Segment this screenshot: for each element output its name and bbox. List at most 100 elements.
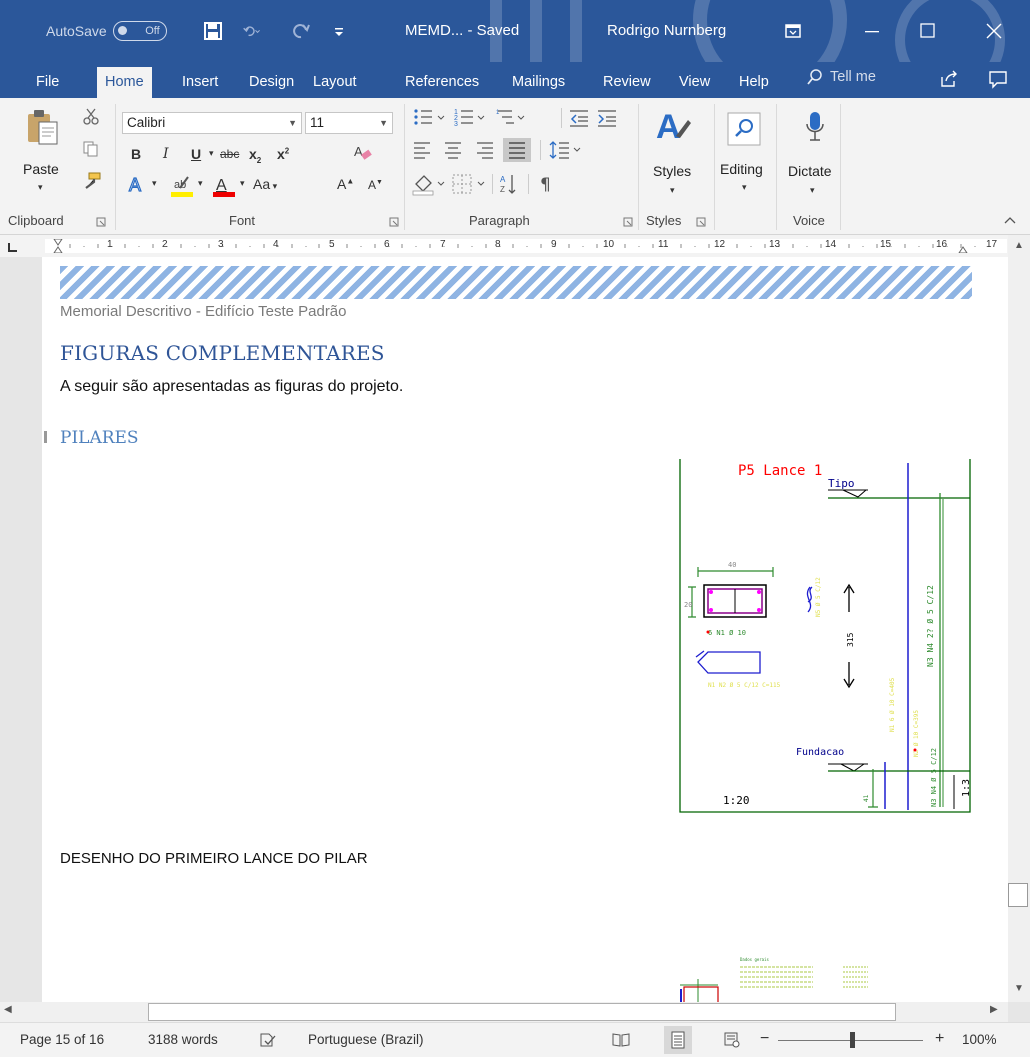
paste-chevron-down-icon[interactable]: ▾: [38, 182, 43, 193]
read-mode-icon[interactable]: [612, 1032, 630, 1048]
tab-references[interactable]: References: [397, 67, 487, 98]
chevron-down-icon[interactable]: ▾: [240, 178, 245, 189]
lightbulb-search-icon: [807, 69, 822, 85]
tab-insert[interactable]: Insert: [174, 67, 226, 98]
horizontal-ruler[interactable]: 1 2 3 4 5 6 7 8 9 10 11 12 13 14 15 16 1…: [0, 235, 1030, 257]
maximize-icon[interactable]: [913, 17, 941, 45]
column-drawing[interactable]: P5 Lance 1 Tipo N3 N4 2? Ø 5 C/12 40 20: [678, 457, 974, 815]
page-count[interactable]: Page 15 of 16: [20, 1032, 104, 1047]
clear-formatting-icon[interactable]: A: [352, 142, 374, 164]
highlight-color-icon[interactable]: ab: [170, 174, 196, 198]
dictate-button[interactable]: Dictate: [788, 163, 832, 179]
customize-qat-icon[interactable]: [330, 22, 348, 40]
copy-icon[interactable]: [82, 140, 100, 158]
separator: [404, 104, 405, 230]
text-effects-icon[interactable]: A: [127, 174, 149, 196]
chevron-down-icon[interactable]: ▾: [152, 178, 157, 189]
autosave-toggle[interactable]: AutoSave Off: [46, 21, 167, 41]
scroll-right-icon[interactable]: ▶: [990, 1004, 998, 1015]
autosave-switch[interactable]: Off: [112, 21, 167, 41]
vertical-scroll-thumb[interactable]: [1008, 883, 1028, 907]
tab-design[interactable]: Design: [241, 67, 302, 98]
multilevel-list-icon: 1: [496, 110, 525, 124]
second-drawing-partial[interactable]: Dados gerais: [678, 957, 878, 1002]
zoom-slider-thumb[interactable]: [850, 1032, 855, 1048]
heading-figuras[interactable]: FIGURAS COMPLEMENTARES: [60, 341, 385, 365]
language-indicator[interactable]: Portuguese (Brazil): [308, 1032, 424, 1047]
chevron-down-icon[interactable]: ▾: [742, 182, 747, 193]
tab-selector-icon[interactable]: [6, 240, 20, 254]
print-layout-icon[interactable]: [669, 1031, 687, 1049]
redo-icon[interactable]: [292, 22, 310, 40]
minimize-icon[interactable]: [858, 17, 886, 45]
tell-me-search[interactable]: Tell me: [806, 68, 876, 86]
dialog-launcher-icon[interactable]: [623, 217, 633, 227]
format-painter-icon[interactable]: [80, 172, 102, 190]
underline-icon[interactable]: U: [191, 146, 201, 162]
scroll-up-icon[interactable]: ▲: [1010, 237, 1028, 255]
paste-button[interactable]: Paste: [23, 161, 59, 177]
horizontal-scroll-thumb[interactable]: [148, 1003, 896, 1021]
save-icon[interactable]: [204, 22, 222, 40]
styles-button[interactable]: Styles: [653, 163, 691, 179]
change-case-button[interactable]: Aa ▾: [253, 176, 277, 192]
cut-icon[interactable]: [82, 108, 100, 126]
tab-review[interactable]: Review: [595, 67, 659, 98]
collapse-marker[interactable]: [44, 431, 47, 443]
tab-layout[interactable]: Layout: [305, 67, 365, 98]
zoom-out-icon[interactable]: −: [760, 1030, 769, 1048]
document-title[interactable]: MEMD... - Saved: [405, 22, 519, 39]
header-stripe: [60, 266, 972, 299]
zoom-in-icon[interactable]: +: [935, 1030, 944, 1048]
tab-help[interactable]: Help: [731, 67, 777, 98]
horizontal-scrollbar[interactable]: ◀ ▶: [0, 1002, 1008, 1022]
heading-pilares[interactable]: PILARES: [60, 428, 139, 448]
superscript-icon[interactable]: x2: [277, 146, 289, 162]
shrink-font-icon[interactable]: A▼: [368, 178, 383, 192]
editing-search-icon[interactable]: [727, 112, 761, 146]
paste-icon[interactable]: [25, 108, 61, 148]
word-count[interactable]: 3188 words: [148, 1032, 218, 1047]
ribbon-display-options-icon[interactable]: [779, 17, 807, 45]
close-icon[interactable]: [980, 17, 1008, 45]
tab-file[interactable]: File: [28, 67, 67, 98]
share-icon[interactable]: [939, 69, 959, 89]
clipboard-group-label: Clipboard: [8, 213, 64, 228]
bold-icon[interactable]: B: [131, 146, 141, 162]
scroll-down-icon[interactable]: ▼: [1010, 980, 1028, 998]
web-layout-icon[interactable]: [723, 1032, 741, 1048]
microphone-icon[interactable]: [804, 110, 826, 144]
scroll-left-icon[interactable]: ◀: [4, 1004, 12, 1015]
font-size-combo[interactable]: 11 ▼: [305, 112, 393, 134]
styles-gallery-icon[interactable]: A: [654, 106, 694, 144]
subscript-icon[interactable]: x2: [249, 146, 261, 165]
font-name-combo[interactable]: Calibri ▼: [122, 112, 302, 134]
collapse-ribbon-icon[interactable]: [1003, 215, 1017, 225]
chevron-down-icon[interactable]: ▾: [670, 185, 675, 196]
proofing-icon[interactable]: [259, 1032, 277, 1048]
user-name[interactable]: Rodrigo Nurnberg: [607, 22, 726, 39]
dialog-launcher-icon[interactable]: [696, 217, 706, 227]
figure-caption[interactable]: DESENHO DO PRIMEIRO LANCE DO PILAR: [60, 850, 368, 867]
italic-icon[interactable]: I: [163, 146, 169, 162]
tab-mailings[interactable]: Mailings: [504, 67, 573, 98]
undo-icon[interactable]: [243, 22, 261, 40]
strikethrough-icon[interactable]: abc: [220, 147, 239, 161]
chevron-down-icon[interactable]: ▾: [198, 178, 203, 189]
borders-icon: [452, 174, 485, 194]
grow-font-icon[interactable]: A▲: [337, 176, 354, 192]
tab-home[interactable]: Home: [97, 67, 152, 98]
dialog-launcher-icon[interactable]: [389, 217, 399, 227]
editing-button[interactable]: Editing: [720, 161, 763, 177]
dialog-launcher-icon[interactable]: [96, 217, 106, 227]
vertical-scrollbar[interactable]: ▲ ▼: [1008, 235, 1030, 1002]
document-page[interactable]: Memorial Descritivo - Edifício Teste Pad…: [42, 257, 1008, 1002]
tab-view[interactable]: View: [671, 67, 718, 98]
document-area[interactable]: Memorial Descritivo - Edifício Teste Pad…: [0, 257, 1008, 1002]
chevron-down-icon[interactable]: ▾: [209, 148, 214, 159]
intro-paragraph[interactable]: A seguir são apresentadas as figuras do …: [60, 378, 403, 396]
chevron-down-icon[interactable]: ▾: [810, 185, 815, 196]
comments-icon[interactable]: [988, 69, 1008, 89]
font-color-icon[interactable]: A: [212, 174, 236, 198]
zoom-level[interactable]: 100%: [962, 1032, 997, 1047]
